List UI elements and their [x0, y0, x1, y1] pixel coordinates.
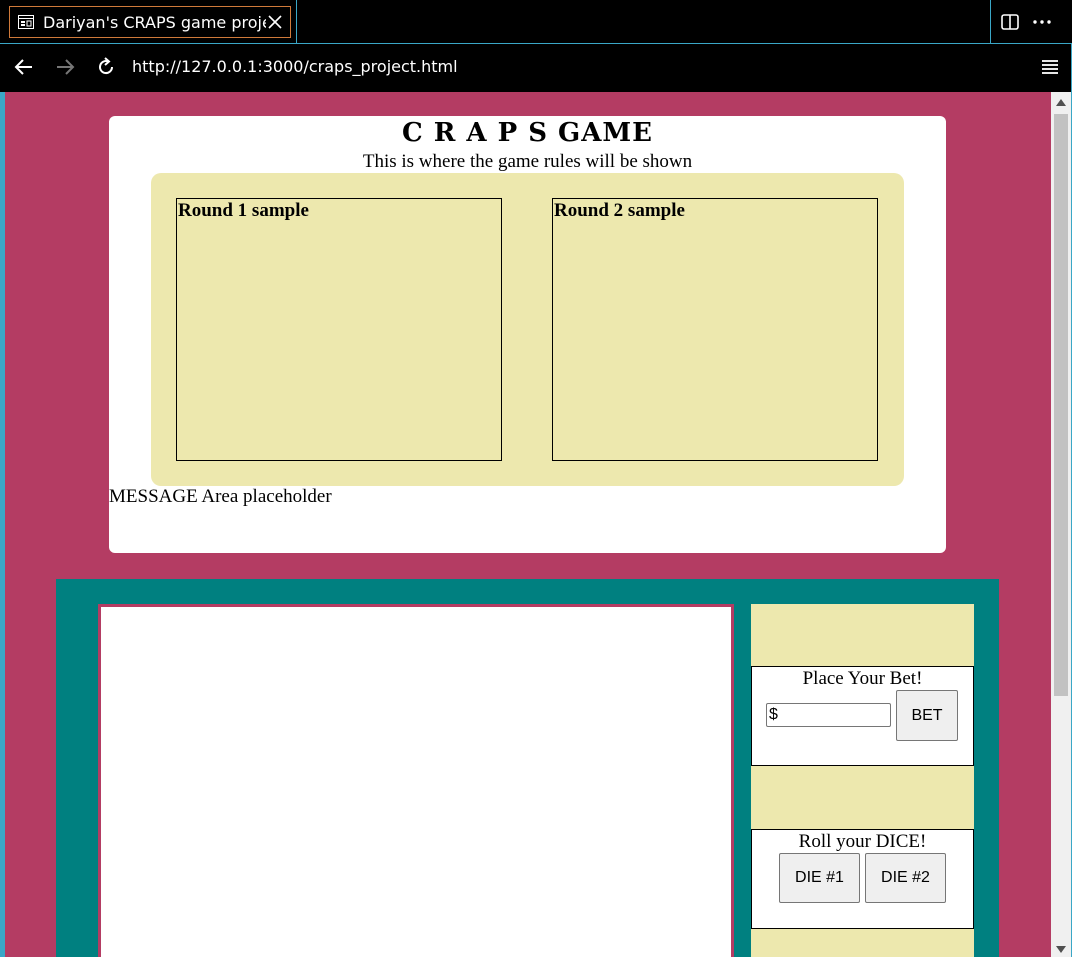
- more-options-icon[interactable]: [1032, 13, 1052, 31]
- address-bar[interactable]: http://127.0.0.1:3000/craps_project.html: [132, 57, 458, 76]
- tab-divider: [296, 0, 297, 44]
- bet-panel: Place Your Bet! BET: [751, 666, 974, 766]
- sample-label: Round 1 sample: [178, 200, 309, 221]
- sample-label: Round 2 sample: [554, 200, 685, 221]
- scroll-thumb[interactable]: [1054, 114, 1068, 696]
- scroll-down-icon[interactable]: [1051, 941, 1071, 957]
- page-viewport: C R A P S GAME This is where the game ru…: [5, 92, 1051, 957]
- round-2-sample: Round 2 sample: [552, 198, 878, 461]
- die-1-button[interactable]: DIE #1: [779, 853, 860, 903]
- game-table: Place Your Bet! BET Roll your DICE! DIE …: [56, 579, 999, 957]
- tab-title: Dariyan's CRAPS game project: [43, 12, 266, 32]
- split-screen-icon[interactable]: [1001, 13, 1019, 31]
- navigation-bar: http://127.0.0.1:3000/craps_project.html: [0, 45, 1072, 92]
- forward-arrow-icon[interactable]: [53, 55, 77, 79]
- round-1-sample: Round 1 sample: [176, 198, 502, 461]
- tab-active[interactable]: Dariyan's CRAPS game project: [9, 6, 291, 38]
- dice-display: [98, 604, 734, 957]
- bet-button[interactable]: BET: [896, 690, 958, 741]
- bet-input[interactable]: [766, 703, 891, 727]
- rules-card: C R A P S GAME This is where the game ru…: [109, 116, 946, 553]
- browser-window: Dariyan's CRAPS game project http://127.…: [0, 0, 1072, 957]
- page-icon: [18, 15, 34, 29]
- message-area: MESSAGE Area placeholder: [109, 486, 332, 507]
- dice-panel-title: Roll your DICE!: [798, 831, 927, 852]
- tab-bar: Dariyan's CRAPS game project: [0, 0, 1072, 44]
- back-arrow-icon[interactable]: [12, 55, 36, 79]
- samples-area: Round 1 sample Round 2 sample: [151, 173, 904, 486]
- bet-panel-title: Place Your Bet!: [802, 668, 923, 689]
- dice-panel: Roll your DICE! DIE #1 DIE #2: [751, 829, 974, 929]
- rules-text: This is where the game rules will be sho…: [362, 151, 693, 172]
- controls-column: Place Your Bet! BET Roll your DICE! DIE …: [751, 604, 974, 957]
- vertical-scrollbar[interactable]: [1051, 92, 1071, 957]
- menu-icon[interactable]: [1040, 57, 1060, 77]
- scroll-up-icon[interactable]: [1051, 94, 1071, 110]
- page-title: C R A P S GAME: [401, 118, 654, 148]
- close-icon[interactable]: [266, 13, 284, 31]
- die-2-button[interactable]: DIE #2: [865, 853, 946, 903]
- tab-divider: [990, 0, 991, 44]
- reload-icon[interactable]: [94, 55, 118, 79]
